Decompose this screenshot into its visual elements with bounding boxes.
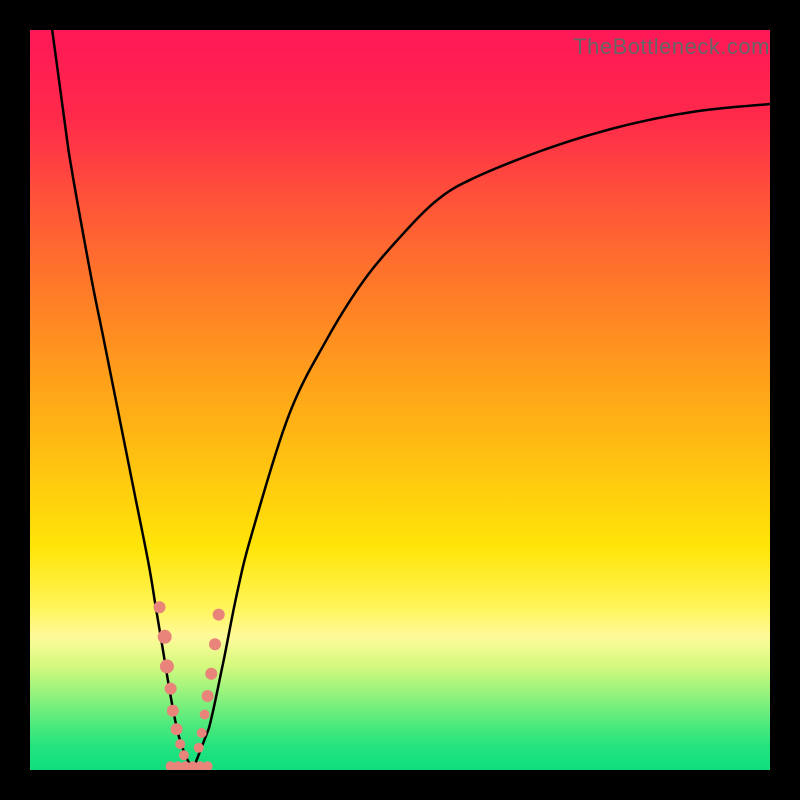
- dot-left-4: [167, 705, 179, 717]
- dot-right-2: [205, 668, 217, 680]
- dot-right-4: [200, 710, 210, 720]
- dot-left-0: [154, 601, 166, 613]
- curve-right-branch: [193, 103, 770, 770]
- curve-left-branch: [52, 30, 193, 770]
- dot-left-2: [160, 659, 174, 673]
- watermark-text: TheBottleneck.com: [573, 34, 770, 60]
- chart-container: TheBottleneck.com: [0, 0, 800, 800]
- curve-overlay: [30, 30, 770, 770]
- dot-right-6: [194, 743, 204, 753]
- dot-bottom-5: [203, 761, 213, 770]
- dot-left-3: [165, 683, 177, 695]
- dot-left-6: [175, 739, 185, 749]
- dot-left-5: [171, 723, 183, 735]
- dot-right-5: [197, 728, 207, 738]
- dot-right-0: [213, 609, 225, 621]
- dot-right-3: [202, 690, 214, 702]
- dot-left-1: [158, 630, 172, 644]
- dot-right-1: [209, 638, 221, 650]
- dot-left-7: [179, 750, 189, 760]
- plot-area: TheBottleneck.com: [30, 30, 770, 770]
